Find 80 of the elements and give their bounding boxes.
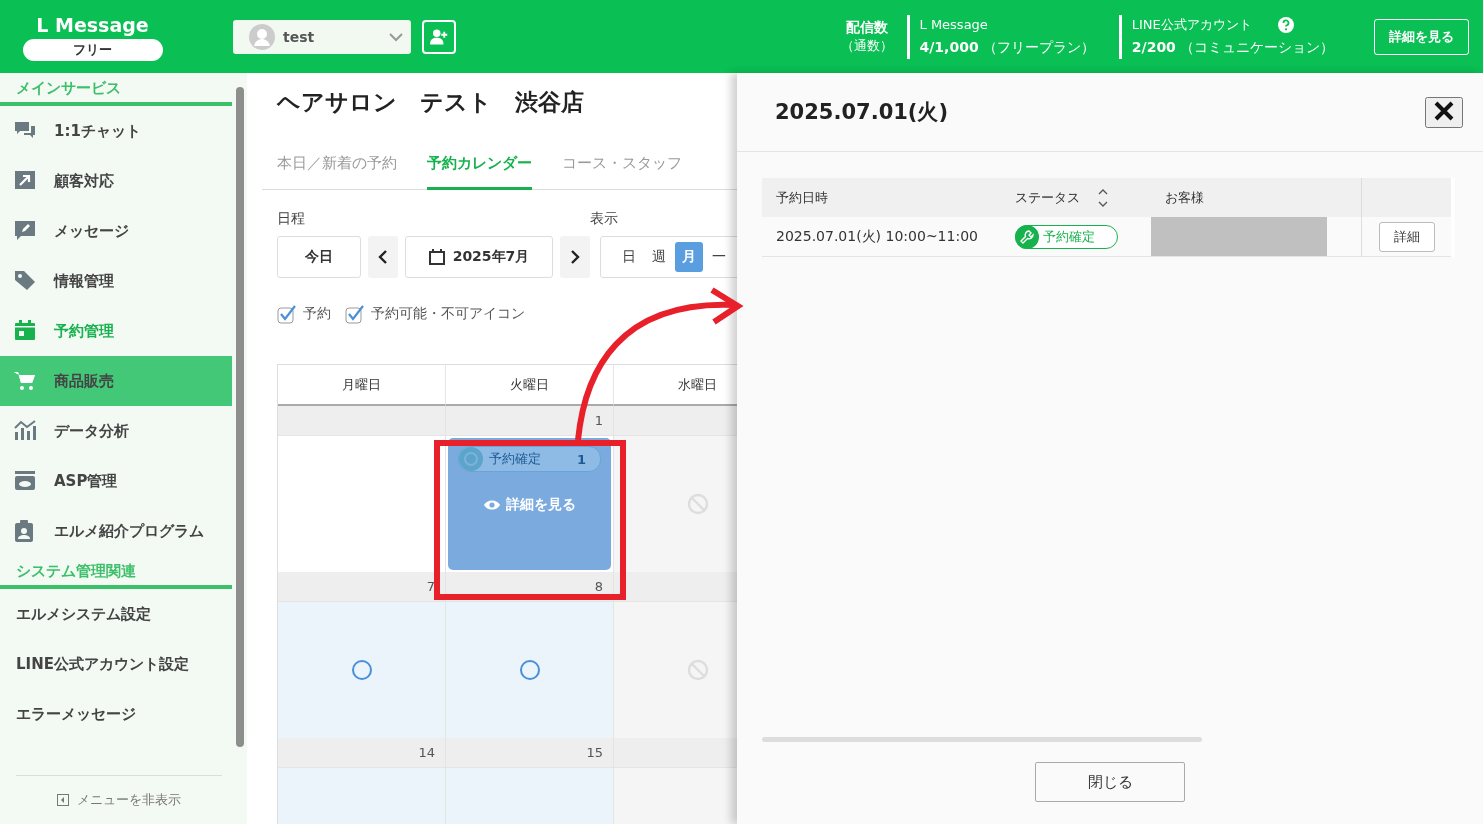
sidebar-item[interactable]: メッセージ [0,206,232,256]
stat-title: L Message [919,16,988,34]
scrollbar-thumb[interactable] [235,87,244,747]
calendar-icon [14,320,36,342]
date-cell: 1 [446,406,614,436]
circle-icon [350,659,373,681]
stat-plan: （フリープラン） [982,39,1095,55]
message-edit-icon [14,220,36,242]
checkbox-icon[interactable] [345,304,365,324]
event-card[interactable]: 予約確定 1 詳細を見る [448,438,611,570]
checkbox[interactable]: 予約可能・不可アイコン [345,304,525,324]
panel-title: 2025.07.01(火) [775,99,950,126]
view-option[interactable]: 日 [615,242,643,272]
cart-icon [14,370,36,392]
eye-icon [483,499,500,511]
status-count: 1 [576,451,586,467]
checkbox-icon[interactable] [277,304,297,324]
sidebar-item[interactable]: LINE公式アカウント設定 [0,639,232,689]
status-badge: 予約確定 [1015,224,1118,249]
bar-chart-icon [14,420,36,442]
stat-label: 配信数 [845,18,888,37]
stat-plan: （コミュニケーション） [1180,39,1334,55]
date-cell: 15 [446,738,614,768]
scrollbar[interactable] [762,737,1202,742]
add-user-button[interactable] [422,19,456,54]
view-option[interactable]: 週 [645,242,673,272]
column-header: 予約日時 [762,178,1001,217]
sidebar-item[interactable]: 商品販売 [0,356,232,406]
badge-icon [14,520,36,542]
wrench-icon [1020,229,1034,244]
sort-icon [1098,187,1108,208]
page-title: ヘアサロン テスト 渋谷店 [277,88,584,117]
status-label: 予約確定 [489,450,541,468]
sidebar-item[interactable]: ASP管理 [0,456,232,506]
stat-title: LINE公式アカウント [1131,16,1252,34]
column-header: お客様 [1151,178,1361,217]
table-cell: 2025.07.01(火) 10:00~11:00 [762,217,1001,257]
account-select[interactable]: test [233,19,411,54]
previous-button[interactable] [368,236,398,278]
date-cell: 7 [278,572,446,602]
sidebar-item[interactable]: エルメシステム設定 [0,589,232,639]
tag-icon [14,270,36,292]
ban-icon [686,493,709,515]
chevron-down-icon [389,31,403,42]
arrow-square-icon [14,170,36,192]
ban-icon [686,659,709,681]
next-button[interactable] [560,236,590,278]
stat-count: 4/1,000 [919,39,979,55]
column-header[interactable]: ステータス [1001,178,1151,217]
checkbox[interactable]: 予約 [277,304,331,324]
close-icon [1433,99,1455,122]
sidebar-item[interactable]: 顧客対応 [0,156,232,206]
avatar-icon [249,23,275,50]
archive-icon [14,470,36,492]
date-cell: 14 [278,738,446,768]
sidebar-item[interactable]: エルメ紹介プログラム [0,506,232,556]
month-picker[interactable]: 2025年7月 [405,236,553,278]
status-icon [459,447,483,471]
account-name: test [283,28,316,45]
collapse-icon [57,794,69,806]
close-button[interactable]: 閉じる [1035,762,1185,802]
logo: L Message [36,12,149,37]
calendar-icon [428,249,445,265]
details-button[interactable]: 詳細 [1378,221,1435,252]
circle-icon [518,659,541,681]
stat-sublabel: （通数） [840,36,893,55]
chevron-left-icon [378,250,388,264]
field-label: 日程 [277,210,306,228]
sidebar-item[interactable]: 1:1チャット [0,106,232,156]
sidebar-item[interactable]: データ分析 [0,406,232,456]
today-button[interactable]: 今日 [277,236,361,278]
stat-count: 2/200 [1131,39,1176,55]
sidebar-item[interactable]: 情報管理 [0,256,232,306]
sidebar-item[interactable]: エラーメッセージ [0,689,232,739]
help-icon [1277,17,1294,33]
view-option[interactable]: 一 [705,242,733,272]
field-label: 表示 [590,210,619,228]
plan-badge: フリー [22,38,163,61]
close-button[interactable] [1425,96,1463,128]
chevron-right-icon [570,250,580,264]
